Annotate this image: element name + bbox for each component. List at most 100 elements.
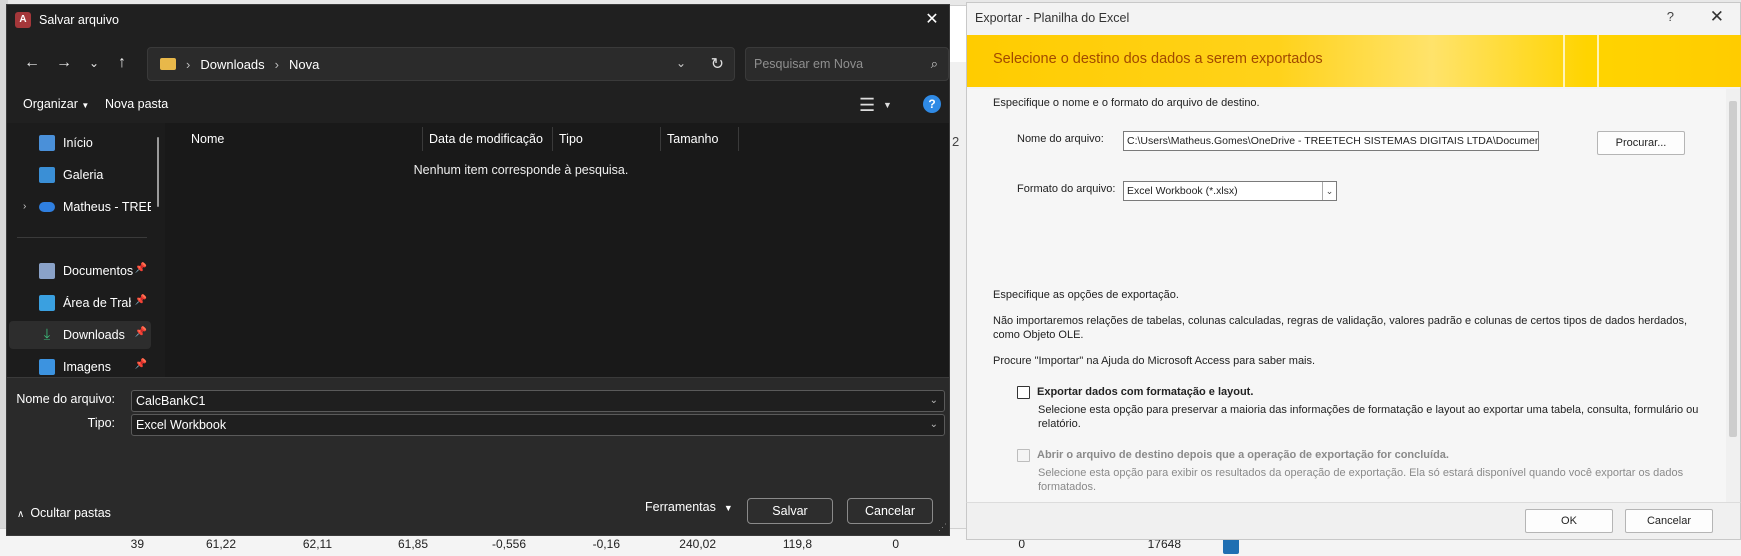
chevron-down-icon[interactable]: ⌄ [930, 391, 938, 411]
sidebar-label: Galeria [63, 168, 104, 182]
home-icon [39, 135, 55, 151]
up-arrow-icon[interactable]: ↑ [111, 51, 133, 75]
pin-icon: 📌 [134, 359, 147, 370]
sidebar-scrollbar[interactable] [157, 137, 159, 207]
downloads-icon: ⤓ [43, 326, 51, 343]
access-app-icon: A [15, 12, 31, 28]
onedrive-icon [39, 202, 55, 212]
view-dropdown-icon[interactable]: ▼ [883, 100, 892, 110]
browse-button[interactable]: Procurar... [1597, 131, 1685, 155]
help-icon[interactable]: ? [923, 95, 941, 113]
file-type-select[interactable]: Excel Workbook ⌄ [131, 414, 945, 436]
help-icon[interactable]: ? [1667, 9, 1674, 24]
filename-field[interactable]: CalcBankC1 ⌄ [131, 390, 945, 412]
sidebar-label: Área de Trabalho [63, 296, 131, 310]
hide-folders-button[interactable]: ∧ Ocultar pastas [17, 506, 111, 520]
note-line-2: como Objeto OLE. [993, 329, 1084, 341]
export-excel-dialog: Exportar - Planilha do Excel ? ✕ Selecio… [966, 2, 1741, 512]
close-icon[interactable]: ✕ [921, 9, 943, 31]
tools-button[interactable]: Ferramentas ▼ [645, 500, 733, 514]
back-arrow-icon[interactable]: ← [21, 51, 43, 75]
note-line-1: Não importaremos relações de tabelas, co… [993, 315, 1688, 327]
export-formatting-desc-2: relatório. [1038, 418, 1081, 430]
sidebar-item-inicio[interactable]: Início [9, 129, 151, 157]
cell: 61,85 [397, 537, 428, 551]
save-dialog-titlebar: A Salvar arquivo [7, 5, 949, 35]
export-dialog-title: Exportar - Planilha do Excel [975, 11, 1130, 25]
sidebar-label: Matheus - TREETECH [63, 200, 151, 214]
cell: 240,02 [679, 537, 716, 551]
background-number: 2 [952, 134, 960, 149]
search-input[interactable]: Pesquisar em Nova ⌕ [745, 47, 949, 81]
specify-options-text: Especifique as opções de exportação. [993, 289, 1179, 301]
address-dropdown-icon[interactable]: ⌄ [676, 56, 686, 70]
chevron-down-icon: ▼ [81, 101, 90, 110]
help-hint-text: Procure "Importar" na Ajuda do Microsoft… [993, 355, 1316, 367]
close-icon[interactable]: ✕ [1710, 7, 1724, 27]
chevron-down-icon: ▼ [723, 503, 733, 513]
hide-folders-label: Ocultar pastas [30, 506, 111, 520]
sidebar-item-onedrive[interactable]: › Matheus - TREETECH [9, 193, 151, 221]
save-options-panel: Nome do arquivo: CalcBankC1 ⌄ Tipo: Exce… [7, 377, 949, 535]
background-checkbox [1223, 538, 1239, 554]
command-bar: Organizar ▼ Nova pasta ☰ ▼ ? [7, 89, 949, 123]
export-filename-field[interactable]: C:\Users\Matheus.Gomes\OneDrive - TREETE… [1123, 131, 1539, 151]
search-icon: ⌕ [930, 56, 938, 71]
cell: 39 [130, 537, 144, 551]
breadcrumb-downloads[interactable]: Downloads [200, 57, 264, 72]
expand-chevron-icon[interactable]: › [23, 201, 26, 212]
export-cancel-button[interactable]: Cancelar [1625, 509, 1713, 533]
refresh-icon[interactable]: ↻ [711, 54, 724, 74]
column-header-tipo[interactable]: Tipo [553, 127, 661, 151]
chevron-up-icon: ∧ [17, 509, 25, 520]
sidebar-item-downloads[interactable]: ⤓ Downloads 📌 [9, 321, 151, 349]
chevron-down-icon[interactable]: ⌄ [930, 415, 938, 435]
cell: -0,16 [592, 537, 620, 551]
open-after-export-checkbox[interactable] [1017, 449, 1030, 462]
sidebar-item-area-de-trabalho[interactable]: Área de Trabalho 📌 [9, 289, 151, 317]
tools-label: Ferramentas [645, 500, 716, 514]
sidebar-item-documentos[interactable]: Documentos 📌 [9, 257, 151, 285]
export-formatting-checkbox[interactable] [1017, 386, 1030, 399]
open-after-export-label: Abrir o arquivo de destino depois que a … [1037, 449, 1449, 461]
navigation-pane: Início Galeria › Matheus - TREETECH Docu… [7, 123, 165, 377]
save-file-dialog: A Salvar arquivo ✕ ← → ⌄ ↑ › Downloads ›… [6, 4, 950, 536]
sidebar-item-galeria[interactable]: Galeria [9, 161, 151, 189]
filename-value: CalcBankC1 [136, 394, 206, 408]
cell: 62,11 [302, 537, 332, 551]
open-after-export-desc-2: formatados. [1038, 481, 1097, 493]
export-scrollbar[interactable] [1726, 89, 1740, 503]
recent-locations-chevron-icon[interactable]: ⌄ [83, 51, 105, 75]
chevron-down-icon[interactable]: ⌄ [1322, 182, 1336, 200]
export-dialog-body: Especifique o nome e o formato do arquiv… [967, 89, 1728, 503]
ok-button[interactable]: OK [1525, 509, 1613, 533]
save-button[interactable]: Salvar [747, 498, 833, 524]
pin-icon: 📌 [134, 327, 147, 338]
column-header-tamanho[interactable]: Tamanho [661, 127, 739, 151]
organize-button[interactable]: Organizar ▼ [23, 97, 89, 111]
export-filename-label: Nome do arquivo: [1017, 133, 1104, 145]
column-header-nome[interactable]: Nome [185, 127, 423, 151]
view-list-icon[interactable]: ☰ [859, 95, 875, 116]
cell: 119,8 [782, 537, 812, 551]
navigation-bar: ← → ⌄ ↑ › Downloads › Nova ⌄ ↻ Pesquisar… [7, 43, 949, 83]
folder-icon [160, 58, 176, 70]
export-formatting-desc-1: Selecione esta opção para preservar a ma… [1038, 404, 1699, 416]
save-dialog-title: Salvar arquivo [39, 13, 119, 27]
export-format-select[interactable]: Excel Workbook (*.xlsx) ⌄ [1123, 181, 1337, 201]
gallery-icon [39, 167, 55, 183]
cell: 0 [892, 537, 899, 551]
breadcrumb-nova[interactable]: Nova [289, 57, 319, 72]
column-header-data[interactable]: Data de modificação [423, 127, 553, 151]
file-type-value: Excel Workbook [136, 418, 227, 432]
scrollbar-thumb[interactable] [1729, 101, 1737, 437]
banner-text: Selecione o destino dos dados a serem ex… [993, 51, 1323, 67]
forward-arrow-icon[interactable]: → [53, 51, 75, 75]
export-formatting-label[interactable]: Exportar dados com formatação e layout. [1037, 386, 1253, 398]
filename-label: Nome do arquivo: [16, 392, 115, 406]
cancel-button[interactable]: Cancelar [847, 498, 933, 524]
cell: -0,556 [491, 537, 526, 551]
resize-grip-icon[interactable]: ⋰ [938, 522, 947, 533]
address-bar[interactable]: › Downloads › Nova ⌄ ↻ [147, 47, 735, 81]
new-folder-button[interactable]: Nova pasta [105, 97, 168, 111]
